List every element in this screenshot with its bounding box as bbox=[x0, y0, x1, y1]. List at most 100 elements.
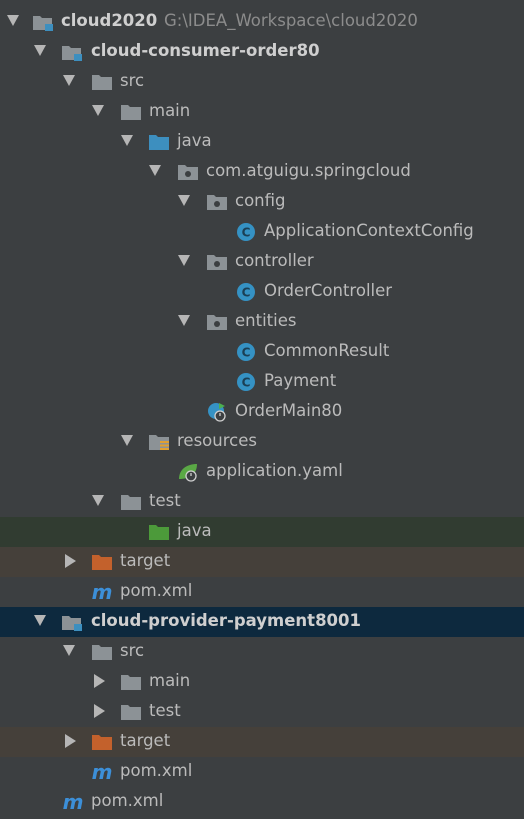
folder-label: src bbox=[120, 71, 145, 90]
folder-icon bbox=[121, 495, 141, 510]
folder-icon bbox=[92, 75, 112, 90]
class-icon: C bbox=[237, 373, 255, 391]
tree-row-test[interactable]: test bbox=[0, 487, 524, 517]
tree-row-class[interactable]: C CommonResult bbox=[0, 337, 524, 367]
class-label: CommonResult bbox=[264, 341, 390, 360]
class-label: Payment bbox=[264, 371, 337, 390]
svg-text:m: m bbox=[92, 582, 113, 602]
collapse-arrow-icon[interactable] bbox=[63, 645, 75, 656]
package-label: controller bbox=[235, 251, 314, 270]
folder-label: main bbox=[149, 101, 191, 120]
collapse-arrow-icon[interactable] bbox=[34, 615, 46, 626]
class-label: OrderMain80 bbox=[235, 401, 343, 420]
tree-row-root-pom[interactable]: m pom.xml bbox=[0, 787, 524, 817]
package-icon bbox=[207, 195, 227, 210]
module-name: cloud-consumer-order80 bbox=[91, 41, 320, 60]
tree-row-class[interactable]: C ApplicationContextConfig bbox=[0, 217, 524, 247]
package-label: entities bbox=[235, 311, 297, 330]
yaml-spring-icon bbox=[179, 464, 197, 482]
tree-row-main[interactable]: main bbox=[0, 667, 524, 697]
expand-arrow-icon[interactable] bbox=[65, 554, 76, 568]
tree-row-src[interactable]: src bbox=[0, 67, 524, 97]
svg-text:C: C bbox=[242, 226, 251, 240]
class-icon: C bbox=[237, 283, 255, 301]
tree-row-test[interactable]: test bbox=[0, 697, 524, 727]
module-icon bbox=[62, 46, 82, 61]
tree-row-main[interactable]: main bbox=[0, 97, 524, 127]
tree-row-entities[interactable]: entities bbox=[0, 307, 524, 337]
folder-icon bbox=[121, 105, 141, 120]
svg-text:C: C bbox=[242, 376, 251, 390]
tree-row-src[interactable]: src bbox=[0, 637, 524, 667]
maven-icon: m bbox=[92, 582, 113, 602]
tree-row-java[interactable]: java bbox=[0, 127, 524, 157]
tree-row-class[interactable]: C Payment bbox=[0, 367, 524, 397]
folder-label: test bbox=[149, 491, 181, 510]
folder-label: java bbox=[177, 521, 212, 540]
class-label: ApplicationContextConfig bbox=[264, 221, 474, 240]
package-label: com.atguigu.springcloud bbox=[206, 161, 411, 180]
expand-arrow-icon[interactable] bbox=[94, 704, 105, 718]
tree-row-yaml[interactable]: application.yaml bbox=[0, 457, 524, 487]
collapse-arrow-icon[interactable] bbox=[34, 45, 46, 56]
module-path: G:\IDEA_Workspace\cloud2020 bbox=[164, 11, 418, 30]
file-label: application.yaml bbox=[206, 461, 343, 480]
tree-row-pom[interactable]: m pom.xml bbox=[0, 757, 524, 787]
collapse-arrow-icon[interactable] bbox=[178, 255, 190, 266]
folder-icon bbox=[121, 705, 141, 720]
collapse-arrow-icon[interactable] bbox=[178, 315, 190, 326]
collapse-arrow-icon[interactable] bbox=[63, 75, 75, 86]
tree-row-cloud2020[interactable]: cloud2020 G:\IDEA_Workspace\cloud2020 bbox=[0, 7, 524, 37]
module-icon bbox=[62, 616, 82, 631]
folder-label: java bbox=[177, 131, 212, 150]
tree-row-controller[interactable]: controller bbox=[0, 247, 524, 277]
resources-folder-icon bbox=[149, 435, 169, 450]
collapse-arrow-icon[interactable] bbox=[121, 135, 133, 146]
collapse-arrow-icon[interactable] bbox=[7, 15, 19, 26]
tree-row-config[interactable]: config bbox=[0, 187, 524, 217]
svg-text:C: C bbox=[242, 286, 251, 300]
file-label: pom.xml bbox=[120, 761, 193, 780]
maven-icon: m bbox=[92, 762, 113, 782]
svg-text:m: m bbox=[63, 792, 84, 812]
tree-row-test-java[interactable]: java bbox=[0, 517, 524, 547]
folder-label: target bbox=[120, 551, 171, 570]
expand-arrow-icon[interactable] bbox=[65, 734, 76, 748]
file-label: pom.xml bbox=[91, 791, 164, 810]
package-icon bbox=[207, 255, 227, 270]
collapse-arrow-icon[interactable] bbox=[121, 435, 133, 446]
folder-label: main bbox=[149, 671, 191, 690]
tree-row-cloud-consumer-order80[interactable]: cloud-consumer-order80 bbox=[0, 37, 524, 67]
folder-label: test bbox=[149, 701, 181, 720]
tree-row-package[interactable]: com.atguigu.springcloud bbox=[0, 157, 524, 187]
module-icon bbox=[33, 16, 53, 31]
excluded-folder-icon bbox=[92, 735, 112, 750]
tree-row-pom[interactable]: m pom.xml bbox=[0, 577, 524, 607]
collapse-arrow-icon[interactable] bbox=[92, 495, 104, 506]
test-source-folder-icon bbox=[149, 525, 169, 540]
tree-row-resources[interactable]: resources bbox=[0, 427, 524, 457]
class-icon: C bbox=[237, 343, 255, 361]
project-tree: cloud2020 G:\IDEA_Workspace\cloud2020 cl… bbox=[0, 0, 524, 819]
tree-row-target[interactable]: target bbox=[0, 727, 524, 757]
tree-row-main-class[interactable]: OrderMain80 bbox=[0, 397, 524, 427]
spring-boot-class-icon bbox=[208, 403, 226, 422]
collapse-arrow-icon[interactable] bbox=[149, 165, 161, 176]
package-icon bbox=[178, 165, 198, 180]
tree-row-cloud-provider-payment8001[interactable]: cloud-provider-payment8001 bbox=[0, 607, 524, 637]
collapse-arrow-icon[interactable] bbox=[92, 105, 104, 116]
class-label: OrderController bbox=[264, 281, 393, 300]
file-label: pom.xml bbox=[120, 581, 193, 600]
excluded-folder-icon bbox=[92, 555, 112, 570]
folder-label: target bbox=[120, 731, 171, 750]
folder-label: src bbox=[120, 641, 145, 660]
tree-row-target[interactable]: target bbox=[0, 547, 524, 577]
package-label: config bbox=[235, 191, 286, 210]
svg-text:C: C bbox=[242, 346, 251, 360]
expand-arrow-icon[interactable] bbox=[94, 674, 105, 688]
source-folder-icon bbox=[149, 135, 169, 150]
package-icon bbox=[207, 315, 227, 330]
collapse-arrow-icon[interactable] bbox=[178, 195, 190, 206]
folder-icon bbox=[121, 675, 141, 690]
tree-row-class[interactable]: C OrderController bbox=[0, 277, 524, 307]
